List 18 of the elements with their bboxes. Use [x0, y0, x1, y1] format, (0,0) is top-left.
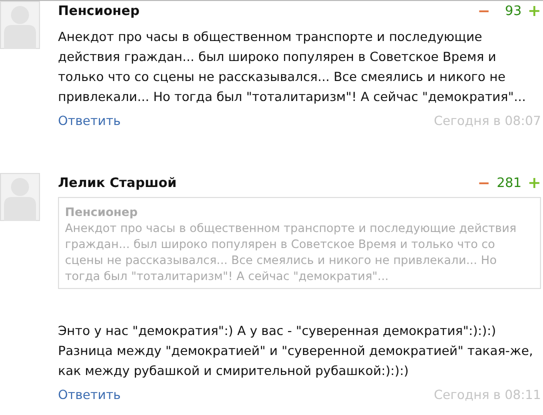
reply-link[interactable]: Ответить — [58, 387, 121, 402]
author-name: Пенсионер — [58, 4, 141, 18]
vote-down-button[interactable]: − — [478, 174, 490, 192]
quote-author: Пенсионер — [65, 204, 139, 220]
rating-count: 93 — [504, 4, 522, 18]
rating-count: 281 — [496, 176, 522, 190]
comment-time: Сегодня в 08:07 — [434, 113, 541, 128]
avatar-icon — [0, 1, 40, 49]
comment-text: Анекдот про часы в общественном транспорте и последующие действия граждан... был широко популярен в Советское Время и только что со сцены не рассказывался... Все смеялись и никого не привлекали... Но тогда был "тоталитаризм"! А сейчас "демократия"... — [58, 28, 527, 106]
quote-text: Анекдот про часы в общественном транспорте и последующие действия граждан... был широко популярен в Советское Время и только что со сцены не рассказывался... Все смеялись и никого не привлекали... Но тогда был "тоталитаризм"! А сейчас "демократия"... — [65, 221, 516, 283]
comment-time: Сегодня в 08:11 — [434, 387, 541, 402]
author-name: Лелик Старшой — [58, 176, 178, 190]
vote-up-button[interactable]: + — [528, 175, 541, 191]
avatar-icon — [0, 173, 40, 221]
reply-link[interactable]: Ответить — [58, 113, 121, 128]
comment-text: Энто у нас "демократия":) А у вас - "суверенная демократия":):):) Разница между "демократией" и "суверенной демократией" такая-же, как между рубашкой и смирительной рубашкой:):):) — [58, 322, 534, 380]
vote-down-button[interactable]: − — [478, 2, 490, 20]
vote-up-button[interactable]: + — [528, 3, 541, 19]
